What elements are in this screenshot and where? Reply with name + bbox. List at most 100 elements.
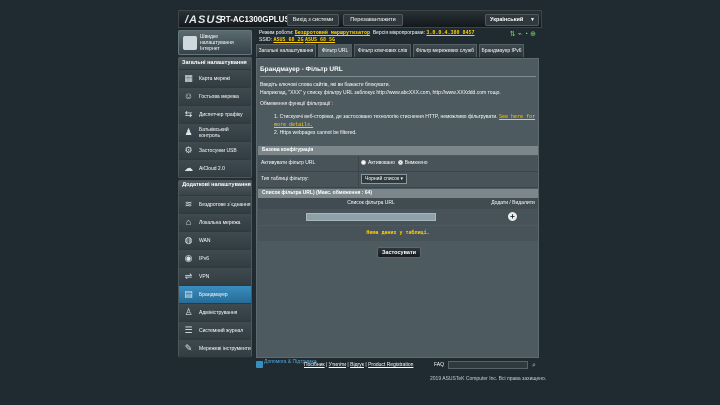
utilities-link[interactable]: Утиліти bbox=[329, 362, 346, 368]
asus-logo: /ASUS bbox=[185, 14, 224, 26]
sidebar-item-lan[interactable]: ⌂ Локальна мережа bbox=[179, 213, 251, 231]
sidebar-item-ipv6[interactable]: ◉ IPv6 bbox=[179, 249, 251, 267]
add-icon[interactable]: + bbox=[508, 212, 517, 221]
firmware-value-link[interactable]: 3.0.0.4.380_8457 bbox=[426, 30, 474, 36]
footer-links: Посібник | Утиліти | Відгук | Product Re… bbox=[304, 362, 414, 368]
tab-ipv6-firewall[interactable]: Брандмауер IPv6 bbox=[479, 44, 524, 57]
status-icons: ⇅⌁◔⊕ bbox=[510, 31, 538, 38]
guest-network-icon: ☺ bbox=[183, 91, 194, 101]
sidebar-item-system-log[interactable]: ☰ Системний журнал bbox=[179, 321, 251, 339]
status-bar: Режим роботи: Бездротовий маршрутизатор … bbox=[256, 30, 542, 44]
advanced-settings-title: Додаткові налаштування bbox=[179, 181, 251, 195]
traffic-manager-icon: ⇆ bbox=[184, 109, 193, 119]
sidebar-item-guest-network[interactable]: ☺ Гостьова мережа bbox=[179, 87, 251, 105]
general-settings-title: Загальні налаштування bbox=[179, 58, 251, 69]
mode-value-link[interactable]: Бездротовий маршрутизатор bbox=[295, 30, 370, 36]
sidebar-item-label: Адміністрування bbox=[199, 309, 238, 316]
network-status-icon[interactable]: ⇅ bbox=[510, 31, 518, 38]
system-log-icon: ☰ bbox=[184, 325, 193, 335]
sidebar-item-label: VPN bbox=[199, 273, 210, 280]
sidebar-item-vpn[interactable]: ⇌ VPN bbox=[179, 267, 251, 285]
sidebar: Швидке налаштування Інтернет Загальні на… bbox=[178, 30, 252, 358]
enable-off-radio[interactable] bbox=[397, 160, 403, 165]
help-icon bbox=[256, 361, 263, 368]
enable-on-radio[interactable] bbox=[361, 160, 366, 165]
copyright-text: 2019 ASUSTeK Computer Inc. Всі права зах… bbox=[430, 376, 547, 382]
sidebar-item-traffic-manager[interactable]: ⇆ Диспетчер трафіку bbox=[179, 105, 251, 123]
tab-general[interactable]: Загальні налаштування bbox=[256, 44, 316, 57]
quick-setup-button[interactable]: Швидке налаштування Інтернет bbox=[178, 30, 252, 55]
settings-icon[interactable]: ⊕ bbox=[530, 31, 538, 38]
basic-config-header: Базова конфігурація bbox=[258, 146, 538, 155]
wireless-icon: ≋ bbox=[184, 199, 193, 209]
ssid-2g-link[interactable]: ASUS_68_2G bbox=[273, 37, 303, 43]
usb-app-icon: ⚙ bbox=[184, 145, 193, 155]
sidebar-item-wireless[interactable]: ≋ Бездротове з`єднання bbox=[179, 195, 251, 213]
sidebar-item-label: Диспетчер трафіку bbox=[199, 111, 243, 118]
parental-control-icon: ♟ bbox=[184, 127, 193, 137]
chevron-down-icon: ▾ bbox=[400, 176, 404, 182]
ssid-5g-link[interactable]: ASUS_68_5G bbox=[305, 37, 335, 43]
enable-off-label: Вимкнено bbox=[404, 160, 428, 166]
ipv6-icon: ◉ bbox=[184, 253, 193, 263]
vpn-icon: ⇌ bbox=[184, 271, 193, 281]
url-column-header: Список фільтра URL bbox=[347, 200, 395, 206]
url-input[interactable] bbox=[306, 213, 436, 221]
page-title: Брандмауер - Фільтр URL bbox=[260, 66, 343, 73]
enable-filter-options: Активовано Вимкнено bbox=[361, 156, 428, 171]
filter-type-row: Тип таблиці фільтру: Чорний список ▾ bbox=[258, 172, 538, 188]
product-registration-link[interactable]: Product Registration bbox=[368, 362, 413, 368]
filter-type-select[interactable]: Чорний список ▾ bbox=[361, 174, 408, 184]
search-icon[interactable]: ⌕ bbox=[532, 360, 536, 372]
sidebar-item-network-tools[interactable]: ✎ Мережеві інструменти bbox=[179, 339, 251, 357]
filter-type-selected: Чорний список bbox=[365, 176, 400, 182]
network-map-icon: ▦ bbox=[184, 73, 193, 83]
reboot-button[interactable]: Перезавантажити bbox=[343, 14, 403, 26]
filter-input-row: + bbox=[258, 209, 538, 225]
empty-table-message: Нема даних у таблиці. bbox=[258, 226, 538, 241]
sidebar-item-label: Батьківський контроль bbox=[199, 126, 229, 139]
tab-network-services-filter[interactable]: Фільтр мережевих служб bbox=[413, 44, 477, 57]
header-bar: /ASUS RT-AC1300GPLUS Вихід з системи Пер… bbox=[178, 10, 542, 28]
tab-url-filter[interactable]: Фільтр URL bbox=[318, 44, 352, 57]
filter-list-columns: Список фільтра URL Додати / Видалити bbox=[258, 198, 538, 209]
sidebar-item-firewall[interactable]: ▤ Брандмауер bbox=[179, 285, 251, 303]
sidebar-item-label: Карта мережі bbox=[199, 75, 230, 82]
sidebar-item-label: Локальна мережа bbox=[199, 219, 241, 226]
limit-item-2: 2. Https webpages cannot be filtered. bbox=[274, 130, 357, 136]
description-line-1: Введіть ключові слова сайтів, які ви баж… bbox=[260, 82, 390, 88]
limit-2-text: Https webpages cannot be filtered. bbox=[279, 130, 357, 136]
manual-link[interactable]: Посібник bbox=[304, 362, 325, 368]
admin-icon: ♙ bbox=[184, 307, 193, 317]
chevron-down-icon: ▼ bbox=[530, 17, 535, 23]
logout-button[interactable]: Вихід з системи bbox=[287, 14, 339, 26]
firmware-label: Версія мікропрограми: bbox=[372, 30, 425, 36]
ssid-label: SSID: bbox=[259, 37, 273, 43]
firewall-icon: ▤ bbox=[184, 289, 193, 299]
language-select[interactable]: Український ▼ bbox=[485, 14, 539, 26]
language-value: Український bbox=[490, 17, 524, 23]
title-divider bbox=[260, 76, 536, 77]
globe-icon: ◍ bbox=[184, 235, 193, 245]
sidebar-item-parental-control[interactable]: ♟ Батьківський контроль bbox=[179, 123, 251, 141]
enable-on-label: Активовано bbox=[368, 160, 395, 166]
sidebar-item-administration[interactable]: ♙ Адміністрування bbox=[179, 303, 251, 321]
sidebar-item-usb-app[interactable]: ⚙ Застосунки USB bbox=[179, 141, 251, 159]
sidebar-item-aicloud[interactable]: ☁ AiCloud 2.0 bbox=[179, 159, 251, 177]
enable-filter-label: Активувати фільтр URL bbox=[261, 156, 359, 171]
model-name: RT-AC1300GPLUS bbox=[220, 15, 290, 24]
faq-search-input[interactable] bbox=[448, 361, 528, 369]
sidebar-item-network-map[interactable]: ▦ Карта мережі bbox=[179, 69, 251, 87]
status-line-1: Режим роботи: Бездротовий маршрутизатор … bbox=[259, 30, 475, 36]
url-filter-panel: Брандмауер - Фільтр URL Введіть ключові … bbox=[256, 58, 539, 358]
main-content: Режим роботи: Бездротовий маршрутизатор … bbox=[256, 30, 542, 358]
sidebar-item-label: Мережеві інструменти bbox=[199, 345, 251, 352]
sidebar-item-wan[interactable]: ◍ WAN bbox=[179, 231, 251, 249]
sidebar-item-label: Системний журнал bbox=[199, 327, 244, 334]
description-line-2: Наприклад, "XXX" у списку фільтру URL за… bbox=[260, 90, 501, 96]
sidebar-item-label: AiCloud 2.0 bbox=[199, 165, 225, 172]
feedback-link[interactable]: Відгук bbox=[350, 362, 364, 368]
app-window: /ASUS RT-AC1300GPLUS Вихід з системи Пер… bbox=[0, 0, 720, 405]
tab-keyword-filter[interactable]: Фільтр ключових слів bbox=[354, 44, 411, 57]
apply-button[interactable]: Застосувати bbox=[377, 247, 421, 258]
